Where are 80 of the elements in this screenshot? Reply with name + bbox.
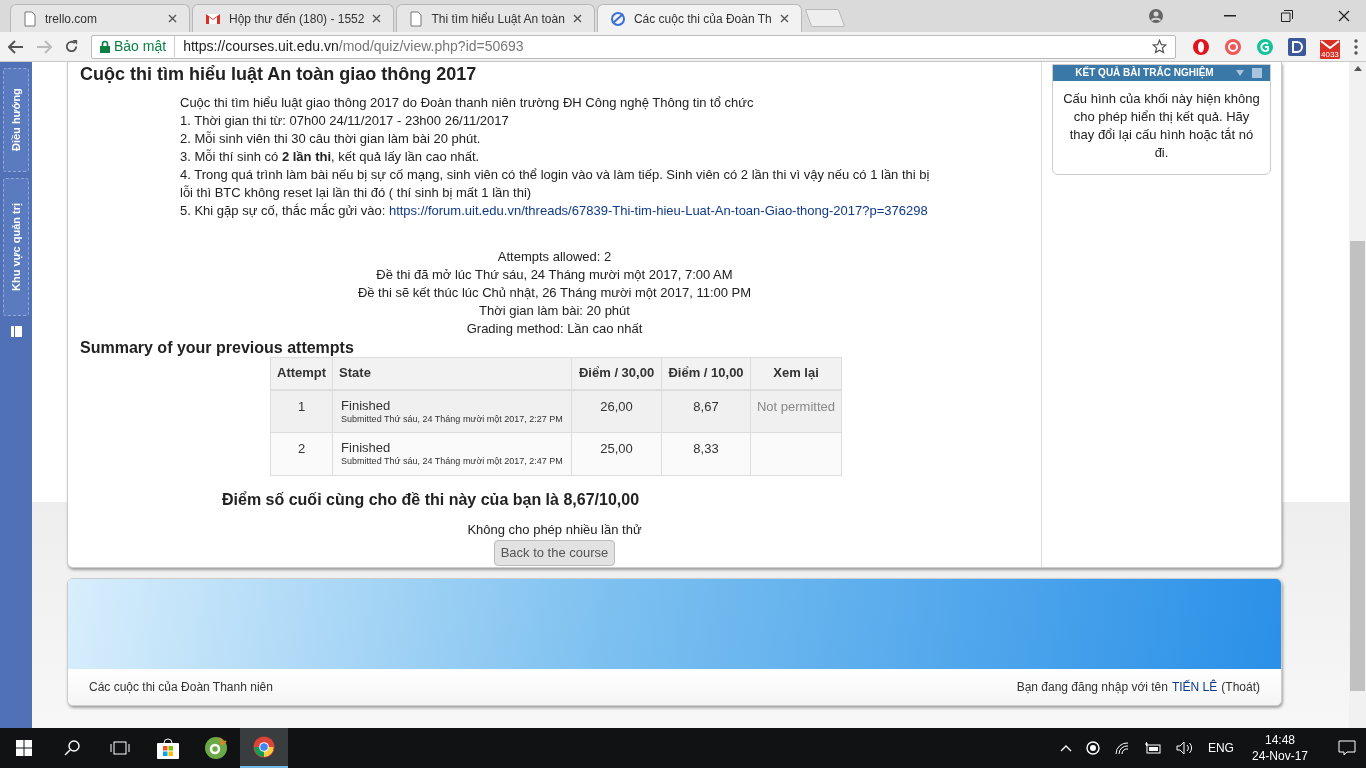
- account-icon[interactable]: [1148, 8, 1164, 24]
- page-heading: Cuộc thi tìm hiểu luật An toàn giao thông 2017: [80, 63, 478, 85]
- intro-text: 2. Mỗi sinh viên thi 30 câu thời gian làm bài 20 phút.: [180, 130, 482, 148]
- language-indicator[interactable]: ENG: [1207, 739, 1234, 757]
- page-icon: [23, 10, 37, 27]
- reload-icon[interactable]: [64, 39, 79, 54]
- table-cell: 26,00: [571, 389, 662, 433]
- table-cell: 2: [270, 432, 333, 476]
- quiz-info-text: Đề thi đã mở lúc Thứ sáu, 24 Tháng mười một 2017, 7:00 AM: [376, 266, 733, 284]
- browser-tab[interactable]: Thi tìm hiểu Luật An toàn: [396, 4, 595, 32]
- address-bar[interactable]: Bảo mật https://courses.uit.edu.vn/mod/quiz/view.php?id=50693: [91, 34, 1176, 59]
- chrome-icon[interactable]: [240, 728, 288, 768]
- dictionary-icon[interactable]: [1288, 37, 1306, 56]
- restore-icon[interactable]: [1281, 10, 1293, 22]
- column-header: Điểm / 10,00: [661, 357, 751, 390]
- target-icon[interactable]: [1224, 37, 1242, 56]
- close-icon[interactable]: [372, 14, 382, 23]
- quiz-info-text: Grading method: Lần cao nhất: [466, 320, 643, 338]
- browser-tab[interactable]: Hộp thư đến (180) - 1552: [192, 4, 395, 32]
- intro-text: Cuộc thi tìm hiểu luật giao thông 2017 do Đoàn thanh niên trường ĐH Công nghệ Thông tin tổ chức: [180, 94, 755, 112]
- security-label: Bảo mật: [114, 36, 176, 57]
- state-text: Finished: [341, 397, 392, 413]
- wifi-icon[interactable]: [1113, 741, 1130, 755]
- attempts-note: Không cho phép nhiều lần thử: [467, 522, 642, 538]
- scrollbar[interactable]: [1349, 62, 1366, 728]
- state-text: Finished: [341, 440, 392, 455]
- sidebar-tab[interactable]: Điều hướng: [3, 68, 29, 172]
- forum-link[interactable]: https://forum.uit.edu.vn/threads/67839-Thi-tim-hieu-Luat-An-toan-Giao-thong-2017?p=376298: [388, 203, 928, 218]
- page-icon: [409, 10, 424, 27]
- site-link[interactable]: Các cuộc thi của Đoàn Thanh niên: [89, 678, 273, 696]
- table-cell: 8,33: [661, 432, 751, 476]
- notification-icon[interactable]: [1338, 740, 1356, 756]
- quiz-info-text: Thời gian làm bài: 20 phút: [479, 302, 630, 320]
- submitted-time: Submitted Thứ sáu, 24 Tháng mười một 2017, 2:47 PM: [341, 455, 564, 467]
- star-icon[interactable]: [1152, 39, 1167, 54]
- intro-text: 3. Mỗi thí sinh có 2 lần thi, kết quả lấy lần cao nhất.: [180, 148, 481, 166]
- block-title: KẾT QUẢ BÀI TRẮC NGHIỆM: [1074, 67, 1215, 79]
- browser-tab[interactable]: Các cuộc thi của Đoàn Th: [596, 4, 802, 32]
- user-link[interactable]: TIẾN LÊ: [1171, 678, 1218, 696]
- logout-link[interactable]: (Thoát): [1221, 678, 1260, 696]
- menu-icon[interactable]: [1354, 38, 1358, 55]
- intro-text: 4. Trong quá trình làm bài nếu bị sự cố mạng, sinh viên có thể login vào và làm tiếp. Sinh viên có 2 lần thi vì vậy nếu có 1 lần thi bị lỗi thì BTC không reset lại lần thi đó ( thí sinh bị mất 1 lần thi): [180, 166, 931, 202]
- sidebar-tab[interactable]: Khu vực quản trị: [3, 178, 29, 316]
- quiz-info-text: Attempts allowed: 2: [497, 248, 612, 266]
- quiz-info-text: Đề thi sẽ kết thúc lúc Chủ nhật, 26 Tháng mười một 2017, 11:00 PM: [357, 284, 752, 302]
- collapse-icon[interactable]: [1236, 70, 1244, 76]
- table-cell: 1: [270, 389, 333, 433]
- login-info: Bạn đang đăng nhập với tên: [1016, 679, 1168, 696]
- column-header: Xem lại: [750, 357, 842, 390]
- table-cell: 25,00: [571, 432, 662, 476]
- record-icon[interactable]: [1085, 741, 1100, 755]
- close-icon[interactable]: [572, 14, 582, 23]
- url-text: https://courses.uit.edu.vn/mod/quiz/view.php?id=50693: [182, 37, 524, 56]
- opera-icon[interactable]: [1192, 37, 1210, 56]
- submitted-time: Submitted Thứ sáu, 24 Tháng mười một 2017, 2:27 PM: [341, 412, 564, 425]
- battery-icon[interactable]: [1143, 742, 1162, 754]
- contact-text: 5. Khi gặp sự cố, thắc mắc gửi vào: https://forum.uit.edu.vn/threads/67839-Thi-tim-hieu-Luat-An-toan-Giao-thong-2017?p=376298: [180, 202, 929, 220]
- review-status: Not permitted: [756, 398, 835, 414]
- close-icon[interactable]: [1338, 10, 1350, 22]
- close-icon[interactable]: [168, 14, 177, 23]
- lock-icon: [100, 40, 110, 53]
- speaker-icon[interactable]: [1175, 741, 1194, 755]
- dock-icon[interactable]: [10, 326, 22, 337]
- chevron-up-icon[interactable]: [1059, 744, 1072, 752]
- clock[interactable]: 14:48 24-Nov-17: [1247, 732, 1312, 764]
- column-header: Attempt: [270, 357, 333, 390]
- block-text: Cấu hình của khối này hiện không cho phép hiển thị kết quả. Hãy thay đổi lại cấu hình hoặc tắt nó đi.: [1062, 90, 1261, 162]
- close-icon[interactable]: [779, 14, 789, 23]
- back-button[interactable]: Back to the course: [493, 540, 616, 566]
- back-arrow-icon[interactable]: [8, 39, 24, 54]
- minimize-icon[interactable]: [1224, 15, 1236, 17]
- envelope-icon: [205, 12, 221, 25]
- column-header: State: [332, 357, 572, 390]
- section-heading: Summary of your previous attempts: [80, 339, 355, 357]
- browser-tab[interactable]: trello.com: [10, 4, 190, 32]
- count-badge: 4033: [1320, 49, 1340, 59]
- intro-text: 1. Thời gian thi từ: 07h00 24/11/2017 - 23h00 26/11/2017: [180, 112, 510, 130]
- column-header: Điểm / 30,00: [571, 357, 662, 390]
- final-grade-text: Điểm số cuối cùng cho đề thi này của bạn là 8,67/10,00: [222, 490, 641, 510]
- table-cell: 8,67: [661, 389, 751, 433]
